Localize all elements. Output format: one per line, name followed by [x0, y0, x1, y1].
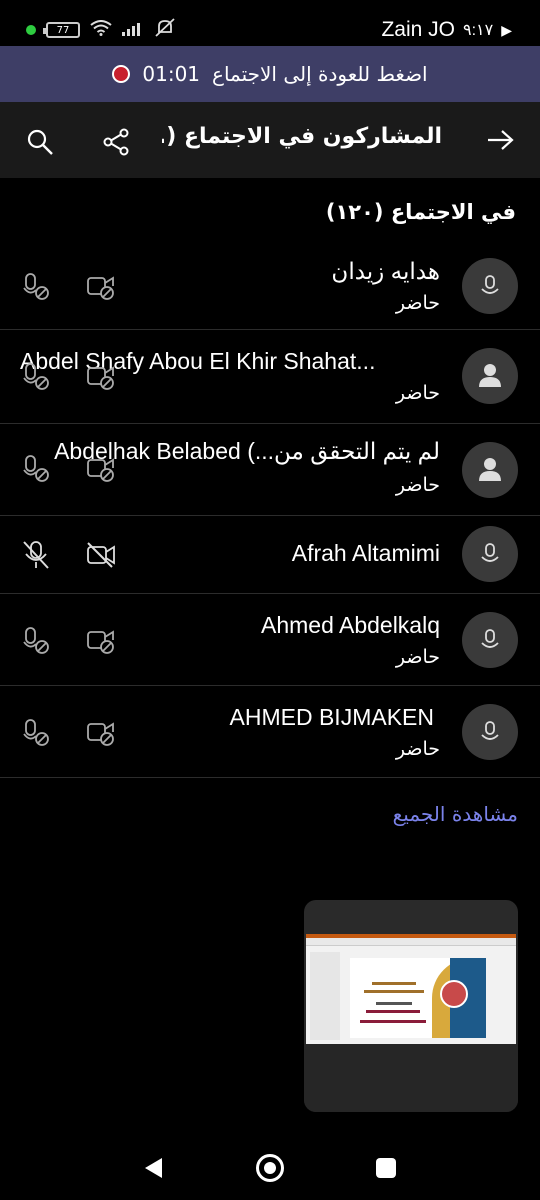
- guest-mic-icon: [481, 629, 499, 648]
- mic-off-icon[interactable]: [22, 272, 50, 302]
- participant-status: حاضر: [395, 292, 440, 314]
- return-to-meeting-label: اضغط للعودة إلى الاجتماع: [212, 62, 428, 86]
- share-button[interactable]: [96, 122, 136, 162]
- search-icon: [27, 129, 53, 155]
- play-indicator-icon: ▶: [501, 21, 512, 38]
- camera-off-icon[interactable]: [86, 454, 116, 484]
- avatar: [462, 526, 518, 582]
- avatar: [462, 348, 518, 404]
- participant-row[interactable]: AHMED BIJMAKEN حاضر: [0, 686, 540, 778]
- guest-mic-icon: [481, 275, 499, 294]
- participant-status: حاضر: [395, 738, 440, 760]
- guest-mic-icon: [481, 543, 499, 562]
- nav-back-icon[interactable]: [142, 1156, 166, 1180]
- avatar: [462, 612, 518, 668]
- participant-status: حاضر: [395, 382, 440, 404]
- participant-row[interactable]: Afrah Altamimi: [0, 516, 540, 594]
- participant-name: Afrah Altamimi: [291, 540, 440, 566]
- participant-row[interactable]: Abdel Shafy Abou El Khir Shahat... حاضر: [0, 330, 540, 424]
- signal-icon: [122, 21, 144, 40]
- share-icon: [103, 128, 129, 156]
- participant-name: لم يتم التحقق من...) Abdelhak Belabed: [54, 438, 440, 464]
- mute-notification-icon: [154, 18, 176, 42]
- camera-off-icon[interactable]: [86, 626, 116, 656]
- back-button[interactable]: [482, 122, 518, 158]
- camera-off-icon[interactable]: [86, 362, 116, 392]
- search-button[interactable]: [20, 122, 60, 162]
- status-icons-left: 77: [26, 18, 176, 42]
- person-icon: [479, 364, 501, 387]
- participant-name: Abdel Shafy Abou El Khir Shahat...: [20, 348, 376, 374]
- participant-row[interactable]: هدايه زيدان حاضر: [0, 238, 540, 330]
- status-info-right: Zain JO ٩:١٧ ▶: [381, 18, 512, 42]
- camera-disabled-icon[interactable]: [86, 540, 116, 570]
- shared-screen-thumbnail[interactable]: [304, 900, 518, 1112]
- app-header: المشاركون في الاجتماع (...: [0, 102, 540, 178]
- arrow-right-icon: [488, 130, 514, 150]
- system-nav-bar: [0, 1140, 540, 1200]
- participant-list: هدايه زيدان حاضر Abdel Shafy Abou El Khi…: [0, 238, 540, 778]
- avatar: [462, 442, 518, 498]
- wifi-icon: [90, 20, 112, 40]
- battery-icon: 77: [43, 22, 80, 38]
- recording-dot-icon: [112, 65, 131, 83]
- participant-name: AHMED BIJMAKEN: [229, 704, 434, 730]
- active-call-dot: [26, 25, 36, 35]
- avatar: [462, 258, 518, 314]
- nav-home-icon[interactable]: [256, 1154, 284, 1182]
- presentation-slide-image: [306, 934, 516, 1044]
- guest-mic-icon: [481, 721, 499, 740]
- mic-off-icon[interactable]: [22, 454, 50, 484]
- mic-off-icon[interactable]: [22, 718, 50, 748]
- participant-name: هدايه زيدان: [331, 258, 440, 284]
- return-to-meeting-banner[interactable]: اضغط للعودة إلى الاجتماع 01:01: [0, 46, 540, 102]
- in-meeting-section-title: في الاجتماع (١٢٠): [325, 200, 516, 224]
- mic-off-icon[interactable]: [22, 362, 50, 392]
- carrier-name: Zain JO: [381, 18, 455, 41]
- participant-status: حاضر: [395, 474, 440, 496]
- camera-off-icon[interactable]: [86, 272, 116, 302]
- participant-row[interactable]: Ahmed Abdelkalq حاضر: [0, 594, 540, 686]
- participant-name: Ahmed Abdelkalq: [260, 612, 440, 638]
- mic-off-icon[interactable]: [22, 626, 50, 656]
- page-title: المشاركون في الاجتماع (...: [162, 124, 442, 149]
- participant-status: حاضر: [395, 646, 440, 668]
- see-all-link[interactable]: مشاهدة الجميع: [393, 802, 518, 826]
- mic-muted-icon[interactable]: [22, 540, 50, 570]
- person-icon: [479, 458, 501, 481]
- avatar: [462, 704, 518, 760]
- participant-row[interactable]: لم يتم التحقق من...) Abdelhak Belabed حا…: [0, 424, 540, 516]
- meeting-timer: 01:01: [142, 62, 201, 86]
- clock: ٩:١٧: [462, 22, 494, 39]
- camera-off-icon[interactable]: [86, 718, 116, 748]
- nav-recents-icon[interactable]: [376, 1158, 396, 1178]
